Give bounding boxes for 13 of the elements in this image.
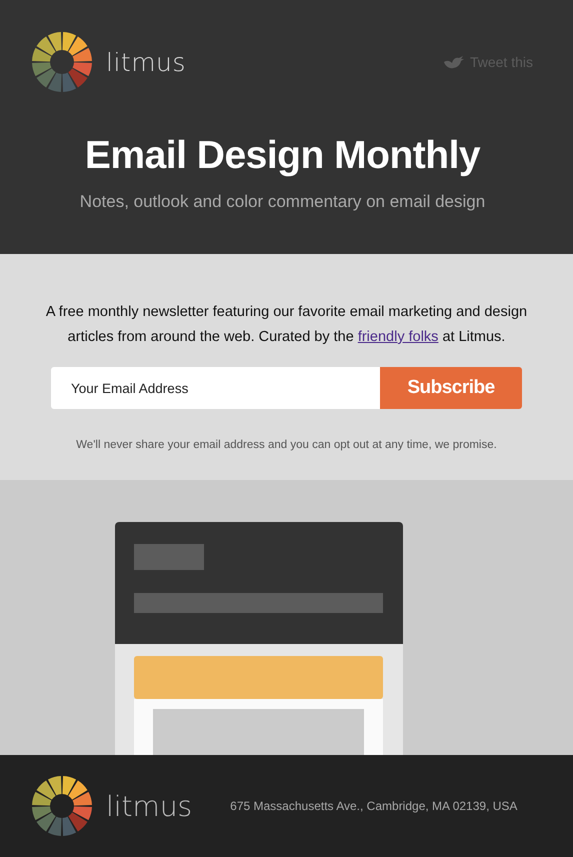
email-input-field[interactable]: Your Email Address [51, 367, 380, 409]
intro-paragraph: A free monthly newsletter featuring our favorite email marketing and design articles from around the web. Curated by the friendly folks at Litmus. [44, 303, 528, 347]
privacy-note: We'll never share your email address and you can opt out at any time, we promise. [76, 439, 497, 451]
brand-name: litmus [106, 48, 186, 76]
bird-icon [444, 55, 464, 69]
subscribe-button[interactable]: Subscribe [380, 367, 522, 409]
logo-wheel-icon [32, 776, 92, 836]
newsletter-subtitle: Notes, outlook and color commentary on email design [78, 192, 486, 212]
logo-wheel-icon [32, 32, 92, 92]
brand-name: litmus [106, 790, 192, 822]
friendly-folks-link[interactable]: friendly folks [358, 329, 438, 345]
newsletter-title: Email Design Monthly [84, 134, 482, 178]
postal-address: 675 Massachusetts Ave., Cambridge, MA 02139, USA [230, 799, 518, 813]
